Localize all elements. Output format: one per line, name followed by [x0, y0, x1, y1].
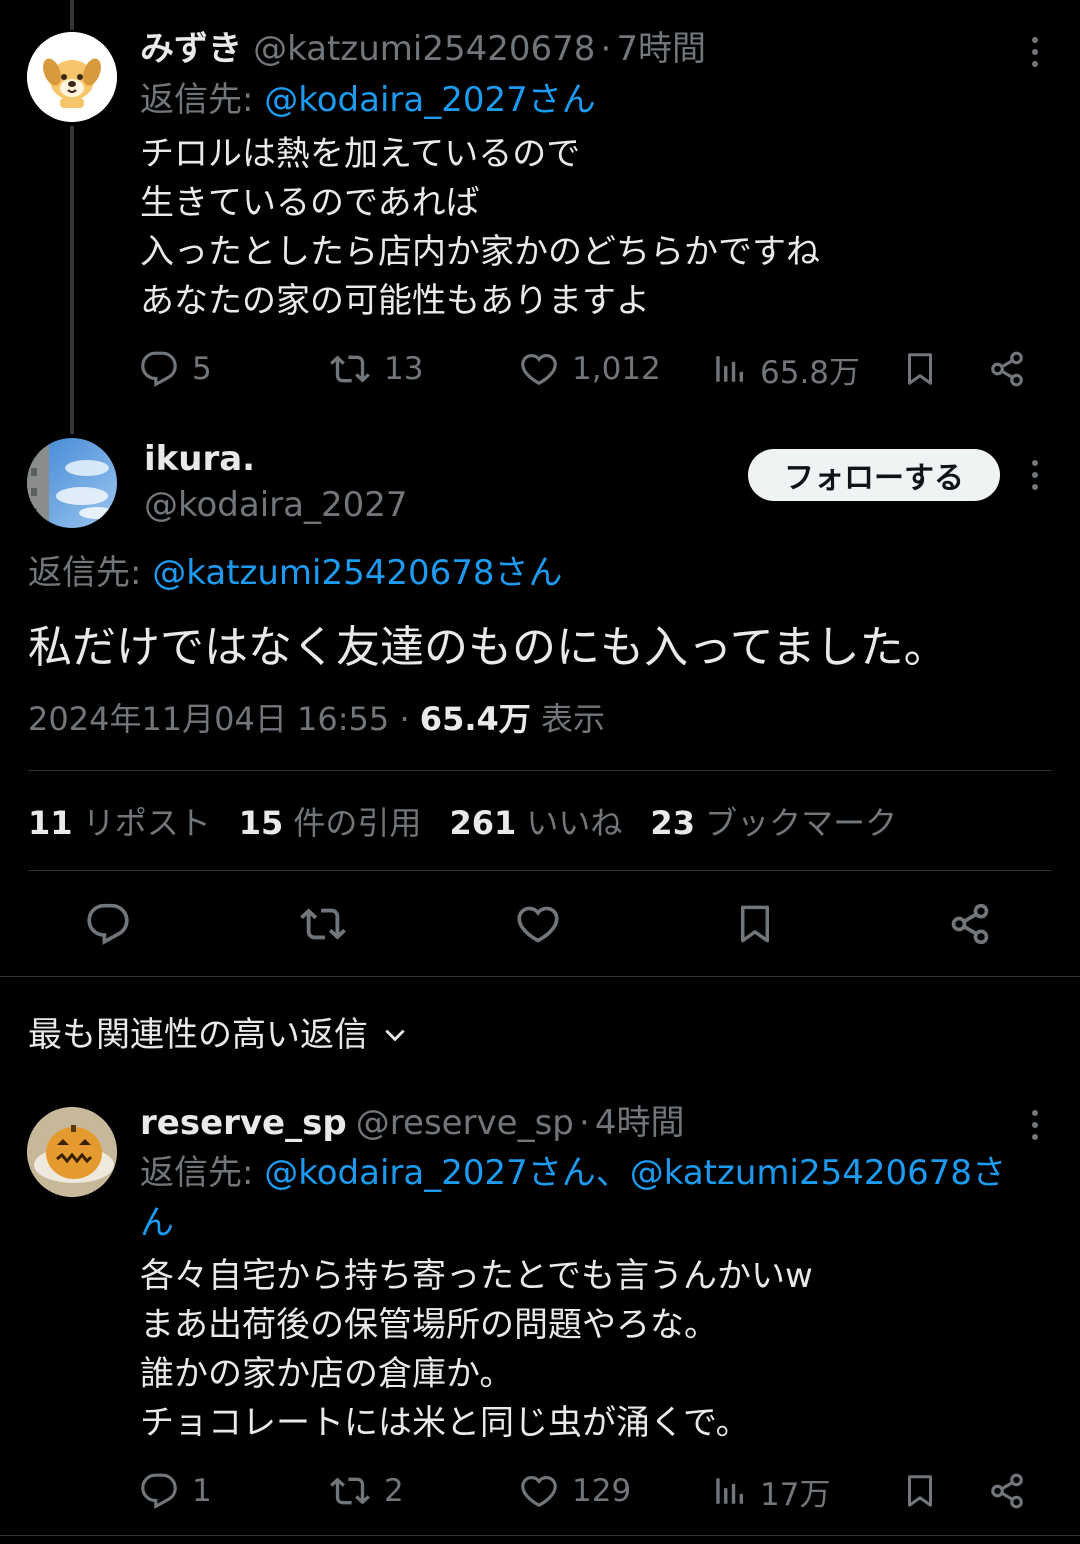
divider [28, 770, 1052, 771]
bookmark-button[interactable] [902, 1470, 938, 1512]
tweet-text: チロルは熱を加えているので 生きているのであれば 入ったとしたら店内か家かのどち… [140, 134, 820, 321]
separator: · [600, 29, 612, 69]
reply-button[interactable]: 1 [140, 1470, 212, 1512]
tweet-timestamp[interactable]: 2024年11月04日 16:55 [28, 700, 389, 738]
stat-label: いいね [526, 804, 623, 842]
section-divider [0, 976, 1080, 977]
stat-number: 261 [449, 804, 517, 842]
follow-button[interactable]: フォローする [748, 449, 1000, 501]
stat-number: 11 [28, 804, 73, 842]
like-button[interactable]: 129 [520, 1470, 631, 1512]
views-count: 65.4万 [419, 700, 531, 738]
reply-to-link[interactable]: @kodaira_2027さん [264, 80, 595, 120]
chevron-down-icon [385, 1029, 405, 1042]
reply-button[interactable] [86, 900, 130, 948]
repost-button[interactable]: 2 [330, 1470, 404, 1512]
like-icon [521, 353, 557, 386]
repost-count: 13 [384, 351, 424, 387]
like-icon [517, 906, 559, 943]
views-button[interactable]: 17万 [712, 1470, 831, 1513]
bookmark-button[interactable] [734, 900, 776, 948]
views-icon [716, 1478, 744, 1504]
more-icon[interactable] [1025, 455, 1045, 495]
avatar[interactable] [27, 438, 117, 528]
stat-reposts[interactable]: 11 リポスト [28, 800, 211, 846]
thread-line-top [70, 0, 74, 30]
more-icon[interactable] [1025, 1105, 1045, 1145]
sort-label: 最も関連性の高い返信 [28, 1015, 368, 1055]
share-icon [991, 351, 1023, 387]
share-button[interactable] [988, 348, 1026, 390]
section-divider [0, 1535, 1080, 1536]
timestamp[interactable]: 7時間 [616, 29, 706, 69]
reply-to-label: 返信先: [140, 1153, 265, 1193]
display-name[interactable]: ikura. [144, 436, 407, 482]
repost-button[interactable]: 13 [330, 348, 423, 390]
engagement-stats: 11 リポスト 15 件の引用 261 いいね 23 ブックマーク [28, 800, 897, 846]
pumpkin-avatar-icon [27, 1107, 117, 1197]
repost-count: 2 [384, 1473, 404, 1509]
timestamp[interactable]: 4時間 [595, 1103, 685, 1143]
user-handle[interactable]: @katzumi25420678 [253, 29, 595, 69]
reply-to-link[interactable]: @kodaira_2027さん、@katzumi25420678さ [264, 1153, 1006, 1193]
bookmark-icon [908, 1475, 932, 1507]
tweet-text: 私だけではなく友達のものにも入ってました。 [28, 622, 948, 673]
avatar[interactable] [27, 32, 117, 122]
stat-label: リポスト [82, 804, 211, 842]
stat-bookmarks[interactable]: 23 ブックマーク [650, 800, 897, 846]
reply-to-label: 返信先: [28, 553, 153, 593]
bookmark-button[interactable] [902, 348, 938, 390]
stat-likes[interactable]: 261 いいね [449, 800, 622, 846]
display-name[interactable]: みずき [140, 29, 242, 69]
stat-number: 15 [238, 804, 284, 842]
separator: · [399, 700, 410, 738]
bookmark-icon [741, 905, 769, 943]
reply-icon [141, 1473, 177, 1510]
like-icon [521, 1475, 557, 1508]
user-handle[interactable]: @kodaira_2027 [144, 482, 407, 528]
stat-label: ブックマーク [705, 804, 898, 842]
reply-count: 5 [192, 351, 212, 387]
share-button[interactable] [988, 1470, 1026, 1512]
more-icon[interactable] [1025, 32, 1045, 72]
like-button[interactable] [516, 900, 560, 948]
share-icon [991, 1473, 1023, 1509]
reply-to-link[interactable]: @katzumi25420678さん [152, 553, 562, 593]
views-count: 65.8万 [760, 354, 861, 391]
reply-icon [87, 903, 129, 945]
views-label: 表示 [540, 700, 605, 738]
like-count: 1,012 [572, 351, 661, 387]
reply-sort-dropdown[interactable]: 最も関連性の高い返信 [28, 1010, 408, 1060]
reply-button[interactable]: 5 [140, 348, 212, 390]
repost-button[interactable] [300, 900, 346, 948]
display-name[interactable]: reserve_sp [140, 1103, 347, 1143]
user-handle[interactable]: @reserve_sp [356, 1103, 574, 1143]
reply-icon [141, 351, 177, 388]
repost-icon [330, 355, 370, 383]
divider [28, 870, 1052, 871]
stat-label: 件の引用 [293, 804, 422, 842]
like-button[interactable]: 1,012 [520, 348, 661, 390]
views-count: 17万 [760, 1476, 831, 1513]
reply-to-link-continued[interactable]: ん [140, 1198, 174, 1248]
share-icon [951, 903, 989, 945]
stat-quotes[interactable]: 15 件の引用 [239, 800, 422, 846]
stat-number: 23 [650, 804, 695, 842]
avatar[interactable] [27, 1107, 117, 1197]
repost-icon [330, 1477, 370, 1505]
views-button[interactable]: 65.8万 [712, 348, 861, 391]
dog-avatar-icon [27, 32, 117, 122]
share-button[interactable] [948, 900, 992, 948]
thread-line [70, 126, 74, 434]
repost-icon [300, 908, 346, 940]
like-count: 129 [572, 1473, 632, 1509]
reply-to-label: 返信先: [140, 80, 265, 120]
sky-avatar-icon [27, 438, 117, 528]
reply-count: 1 [192, 1473, 212, 1509]
separator: · [579, 1103, 590, 1143]
tweet-text: 各々自宅から持ち寄ったとでも言うんかいw まあ出荷後の保管場所の問題やろな。 誰… [140, 1256, 813, 1443]
views-icon [716, 356, 744, 382]
bookmark-icon [908, 353, 932, 385]
